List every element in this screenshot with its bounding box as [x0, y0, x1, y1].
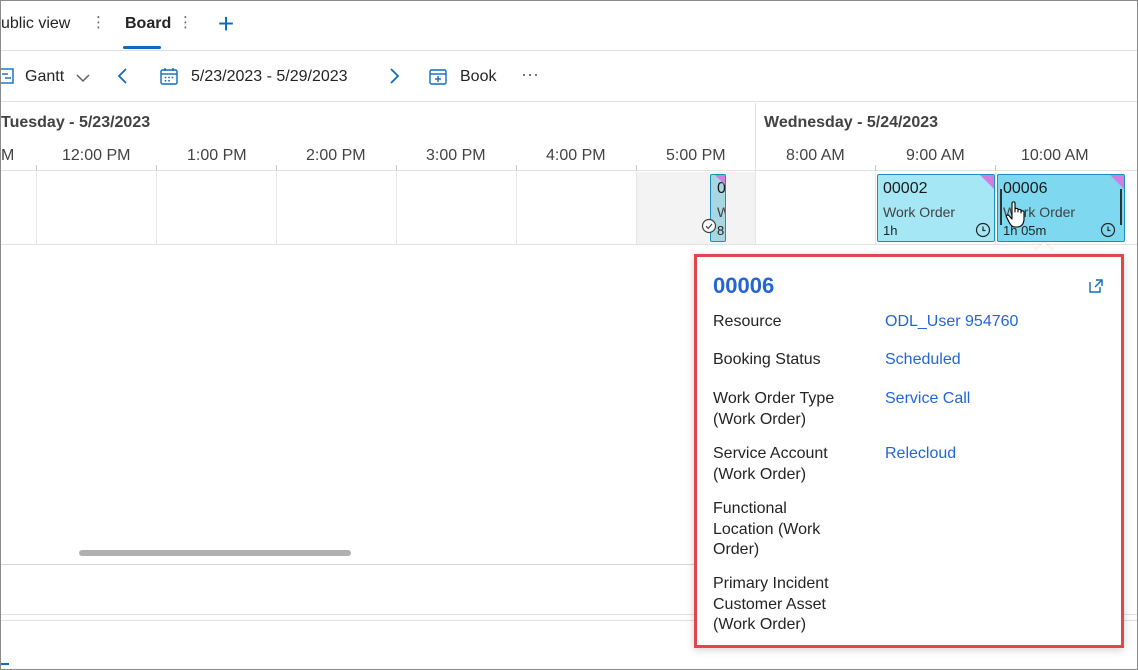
booking-details-popup: 00006 Resource ODL_User 954760 Booking S… [694, 254, 1124, 648]
active-tab-indicator [123, 46, 161, 49]
open-in-new-window-icon[interactable] [1087, 277, 1105, 295]
hour-tick [516, 165, 517, 171]
field-value-resource-link[interactable]: ODL_User 954760 [885, 312, 1018, 333]
chevron-down-icon[interactable] [73, 68, 93, 88]
field-label-booking-status: Booking Status [713, 351, 821, 368]
status-corner-marker [980, 175, 994, 189]
hour-tick [276, 165, 277, 171]
hour-label: 3:00 PM [426, 147, 486, 164]
divider [1, 564, 701, 565]
hour-tick [875, 165, 876, 171]
hour-label: 12:00 PM [62, 147, 131, 164]
day-label-wednesday: Wednesday - 5/24/2023 [764, 114, 939, 131]
time-slot-cell[interactable] [517, 172, 637, 244]
time-slot-cell[interactable] [397, 172, 517, 244]
clock-icon [1100, 222, 1116, 238]
resize-handle-left[interactable] [1000, 189, 1002, 225]
calendar-icon[interactable] [159, 66, 179, 86]
hour-tick [995, 165, 996, 171]
board-toolbar: Gantt 5/23/2023 - 5/29/2023 Book ··· [1, 52, 1137, 102]
book-calendar-add-icon[interactable] [428, 66, 448, 86]
horizontal-scrollbar[interactable] [79, 550, 351, 556]
field-value-service-account-link[interactable]: Relecloud [885, 444, 956, 465]
gantt-icon [1, 68, 14, 84]
hour-label: 4:00 PM [546, 147, 606, 164]
next-week-chevron-icon[interactable] [384, 66, 404, 86]
booking-type: Work Order [883, 204, 956, 220]
hour-label: 8:00 AM [786, 147, 845, 164]
previous-week-chevron-icon[interactable] [113, 66, 133, 86]
hand-cursor-icon [1005, 201, 1025, 228]
booking-duration: 8 [717, 223, 725, 238]
hour-label: 2:00 PM [306, 147, 366, 164]
time-slot-cell[interactable] [37, 172, 157, 244]
completed-check-icon [701, 218, 717, 234]
tab-board[interactable]: Board [125, 15, 171, 33]
hour-label: 5:00 PM [666, 147, 726, 164]
field-label-service-account: Service Account (Work Order) [713, 445, 828, 483]
resource-lane[interactable]: 0 W 8 00002 Work Order 1h 00006 Work Ord… [1, 172, 1137, 245]
field-label-resource: Resource [713, 313, 782, 330]
booking-duration: 1h [883, 223, 898, 238]
hour-label: 1:00 PM [187, 147, 247, 164]
tab-public-view-more-icon[interactable]: ⋮ [91, 13, 106, 31]
field-value-work-order-type-link[interactable]: Service Call [885, 389, 970, 410]
hour-tick [36, 165, 37, 171]
status-corner-marker [1110, 175, 1124, 189]
booking-type: W [717, 204, 725, 220]
view-selector-label[interactable]: Gantt [25, 68, 64, 86]
time-slot-cell[interactable] [157, 172, 277, 244]
booking-id: 00006 [1003, 180, 1048, 197]
tab-public-view[interactable]: ublic view [1, 15, 70, 33]
field-value-booking-status-link[interactable]: Scheduled [885, 350, 961, 371]
book-button[interactable]: Book [460, 68, 496, 86]
clock-icon [975, 222, 991, 238]
booking-id: 00002 [883, 180, 928, 197]
time-slot-cell[interactable] [756, 172, 876, 244]
resize-handle-right[interactable] [1120, 189, 1122, 225]
field-label-primary-incident-customer-asset: Primary Incident Customer Asset (Work Or… [713, 575, 829, 633]
hour-label: M [1, 147, 15, 164]
hour-label: 10:00 AM [1021, 147, 1089, 164]
day-label-tuesday: Tuesday - 5/23/2023 [1, 114, 151, 131]
hour-label: 9:00 AM [906, 147, 965, 164]
panel-edge-marker [1, 663, 9, 665]
field-label-functional-location: Functional Location (Work Order) [713, 500, 821, 558]
status-corner-marker [715, 175, 725, 185]
hour-tick [636, 165, 637, 171]
hour-header-row: M 12:00 PM 1:00 PM 2:00 PM 3:00 PM 4:00 … [1, 139, 1137, 171]
popup-booking-title[interactable]: 00006 [713, 273, 774, 299]
scheduling-board-window: ublic view ⋮ Board ⋮ + Gantt 5/23/2023 -… [0, 0, 1138, 670]
field-label-work-order-type: Work Order Type (Work Order) [713, 390, 835, 428]
time-slot-cell[interactable] [1, 172, 37, 244]
time-slot-cell-off-hours[interactable] [637, 172, 756, 244]
booking-block-00002[interactable]: 00002 Work Order 1h [877, 174, 995, 242]
day-header-row: Tuesday - 5/23/2023 Wednesday - 5/24/202… [1, 103, 1137, 139]
hour-tick [396, 165, 397, 171]
time-slot-cell[interactable] [277, 172, 397, 244]
view-tab-bar: ublic view ⋮ Board ⋮ + [1, 1, 1137, 51]
more-options-icon[interactable]: ··· [521, 64, 539, 85]
hour-tick [156, 165, 157, 171]
date-range-label[interactable]: 5/23/2023 - 5/29/2023 [191, 68, 348, 86]
tab-board-more-icon[interactable]: ⋮ [178, 13, 193, 31]
add-tab-icon[interactable]: + [214, 9, 238, 39]
